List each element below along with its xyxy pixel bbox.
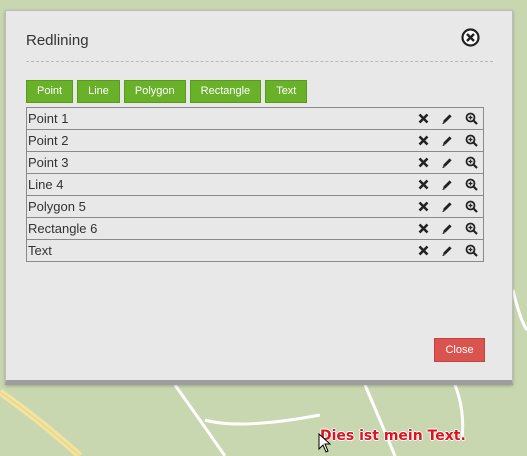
drawing-toolbar: Point Line Polygon Rectangle Text (26, 80, 308, 103)
mouse-cursor-icon (318, 433, 332, 453)
dialog-title: Redlining (26, 32, 89, 49)
feature-label: Point 1 (28, 111, 69, 126)
feature-label: Line 4 (28, 177, 64, 192)
redlining-dialog: Redlining Point Line Polygon Rectangle T… (5, 10, 513, 385)
delete-icon[interactable] (411, 174, 435, 195)
row-actions (411, 174, 483, 195)
edit-pencil-icon[interactable] (435, 240, 459, 261)
feature-row[interactable]: Text (27, 240, 483, 262)
feature-label: Polygon 5 (28, 199, 86, 214)
feature-list: Point 1 Point 2 Point 3 Line 4 Polygon 5 Rect… (26, 107, 484, 262)
zoom-in-icon[interactable] (459, 196, 483, 217)
zoom-in-icon[interactable] (459, 218, 483, 239)
feature-label: Rectangle 6 (28, 221, 98, 236)
edit-pencil-icon[interactable] (435, 130, 459, 151)
title-divider (26, 61, 493, 62)
zoom-in-icon[interactable] (459, 240, 483, 261)
feature-label: Text (28, 243, 52, 258)
delete-icon[interactable] (411, 108, 435, 129)
edit-pencil-icon[interactable] (435, 196, 459, 217)
zoom-in-icon[interactable] (459, 130, 483, 151)
draw-point-button[interactable]: Point (26, 80, 74, 103)
draw-rectangle-button[interactable]: Rectangle (189, 80, 262, 103)
edit-pencil-icon[interactable] (435, 174, 459, 195)
row-actions (411, 130, 483, 151)
delete-icon[interactable] (411, 130, 435, 151)
zoom-in-icon[interactable] (459, 174, 483, 195)
feature-row[interactable]: Point 3 (27, 152, 483, 174)
close-circle-icon[interactable] (461, 28, 480, 47)
feature-row[interactable]: Point 1 (27, 108, 483, 130)
row-actions (411, 240, 483, 261)
zoom-in-icon[interactable] (459, 108, 483, 129)
feature-row[interactable]: Point 2 (27, 130, 483, 152)
edit-pencil-icon[interactable] (435, 108, 459, 129)
close-button[interactable]: Close (434, 338, 485, 362)
draw-line-button[interactable]: Line (77, 80, 120, 103)
delete-icon[interactable] (411, 152, 435, 173)
row-actions (411, 152, 483, 173)
zoom-in-icon[interactable] (459, 152, 483, 173)
feature-row[interactable]: Polygon 5 (27, 196, 483, 218)
row-actions (411, 108, 483, 129)
draw-text-button[interactable]: Text (265, 80, 308, 103)
feature-row[interactable]: Line 4 (27, 174, 483, 196)
row-actions (411, 218, 483, 239)
delete-icon[interactable] (411, 196, 435, 217)
draw-polygon-button[interactable]: Polygon (123, 80, 186, 103)
edit-pencil-icon[interactable] (435, 152, 459, 173)
feature-label: Point 3 (28, 155, 69, 170)
map-text-label: Dies ist mein Text. (320, 428, 466, 444)
feature-label: Point 2 (28, 133, 69, 148)
feature-row[interactable]: Rectangle 6 (27, 218, 483, 240)
edit-pencil-icon[interactable] (435, 218, 459, 239)
delete-icon[interactable] (411, 240, 435, 261)
row-actions (411, 196, 483, 217)
delete-icon[interactable] (411, 218, 435, 239)
